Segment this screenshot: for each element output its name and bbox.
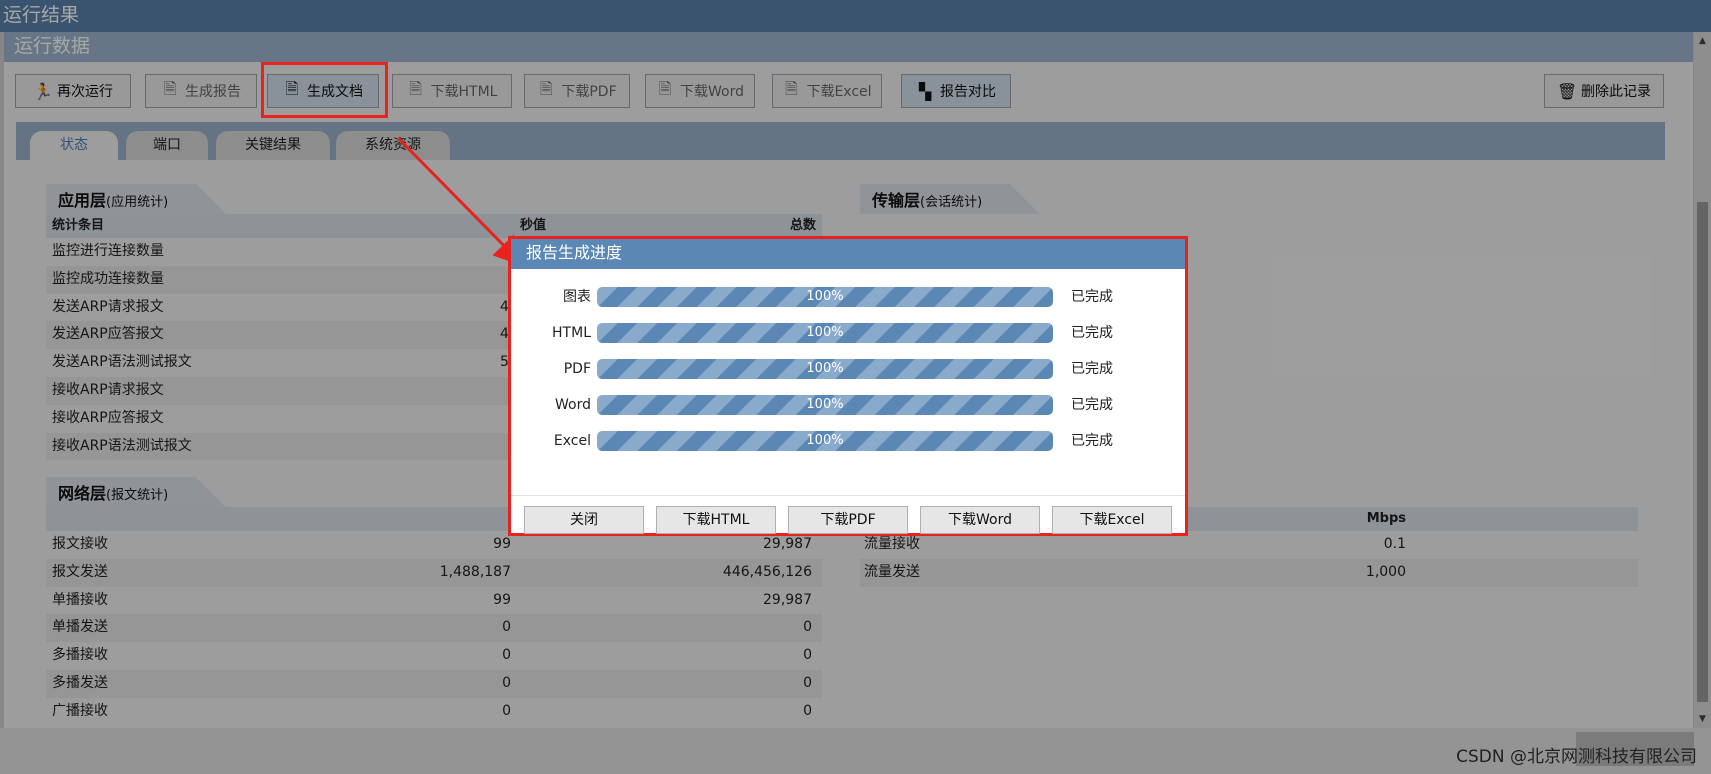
progress-percent: 100%: [806, 289, 844, 304]
progress-row: Excel 100% 已完成: [511, 429, 1185, 453]
highlight-generate-document: [261, 62, 388, 118]
progress-percent: 100%: [806, 433, 844, 448]
progress-label: Excel: [553, 433, 591, 449]
progress-row: HTML 100% 已完成: [511, 321, 1185, 345]
progress-label: HTML: [552, 325, 591, 341]
dialog-download-excel-button[interactable]: 下载Excel: [1052, 506, 1172, 534]
dialog-footer: 关闭 下载HTML 下载PDF 下载Word 下载Excel: [511, 495, 1185, 534]
dialog-download-html-button[interactable]: 下载HTML: [656, 506, 776, 534]
progress-percent: 100%: [806, 397, 844, 412]
progress-status: 已完成: [1071, 289, 1113, 305]
progress-bar: 100%: [597, 323, 1053, 343]
progress-bar: 100%: [597, 395, 1053, 415]
progress-status: 已完成: [1071, 397, 1113, 413]
progress-bar: 100%: [597, 287, 1053, 307]
progress-percent: 100%: [806, 325, 844, 340]
progress-percent: 100%: [806, 361, 844, 376]
progress-status: 已完成: [1071, 325, 1113, 341]
progress-bar: 100%: [597, 359, 1053, 379]
progress-bar: 100%: [597, 431, 1053, 451]
progress-status: 已完成: [1071, 361, 1113, 377]
report-progress-dialog: 报告生成进度 图表 100% 已完成 HTML 100% 已完成 PDF 100% 已完成 Wor…: [508, 236, 1188, 536]
progress-row: Word 100% 已完成: [511, 393, 1185, 417]
progress-label: PDF: [563, 361, 591, 377]
progress-label: Word: [555, 397, 591, 413]
progress-row: PDF 100% 已完成: [511, 357, 1185, 381]
progress-status: 已完成: [1071, 433, 1113, 449]
close-button[interactable]: 关闭: [524, 506, 644, 534]
dialog-title: 报告生成进度: [511, 239, 1185, 269]
dialog-download-pdf-button[interactable]: 下载PDF: [788, 506, 908, 534]
progress-row: 图表 100% 已完成: [511, 285, 1185, 309]
progress-label: 图表: [563, 289, 591, 305]
dialog-download-word-button[interactable]: 下载Word: [920, 506, 1040, 534]
